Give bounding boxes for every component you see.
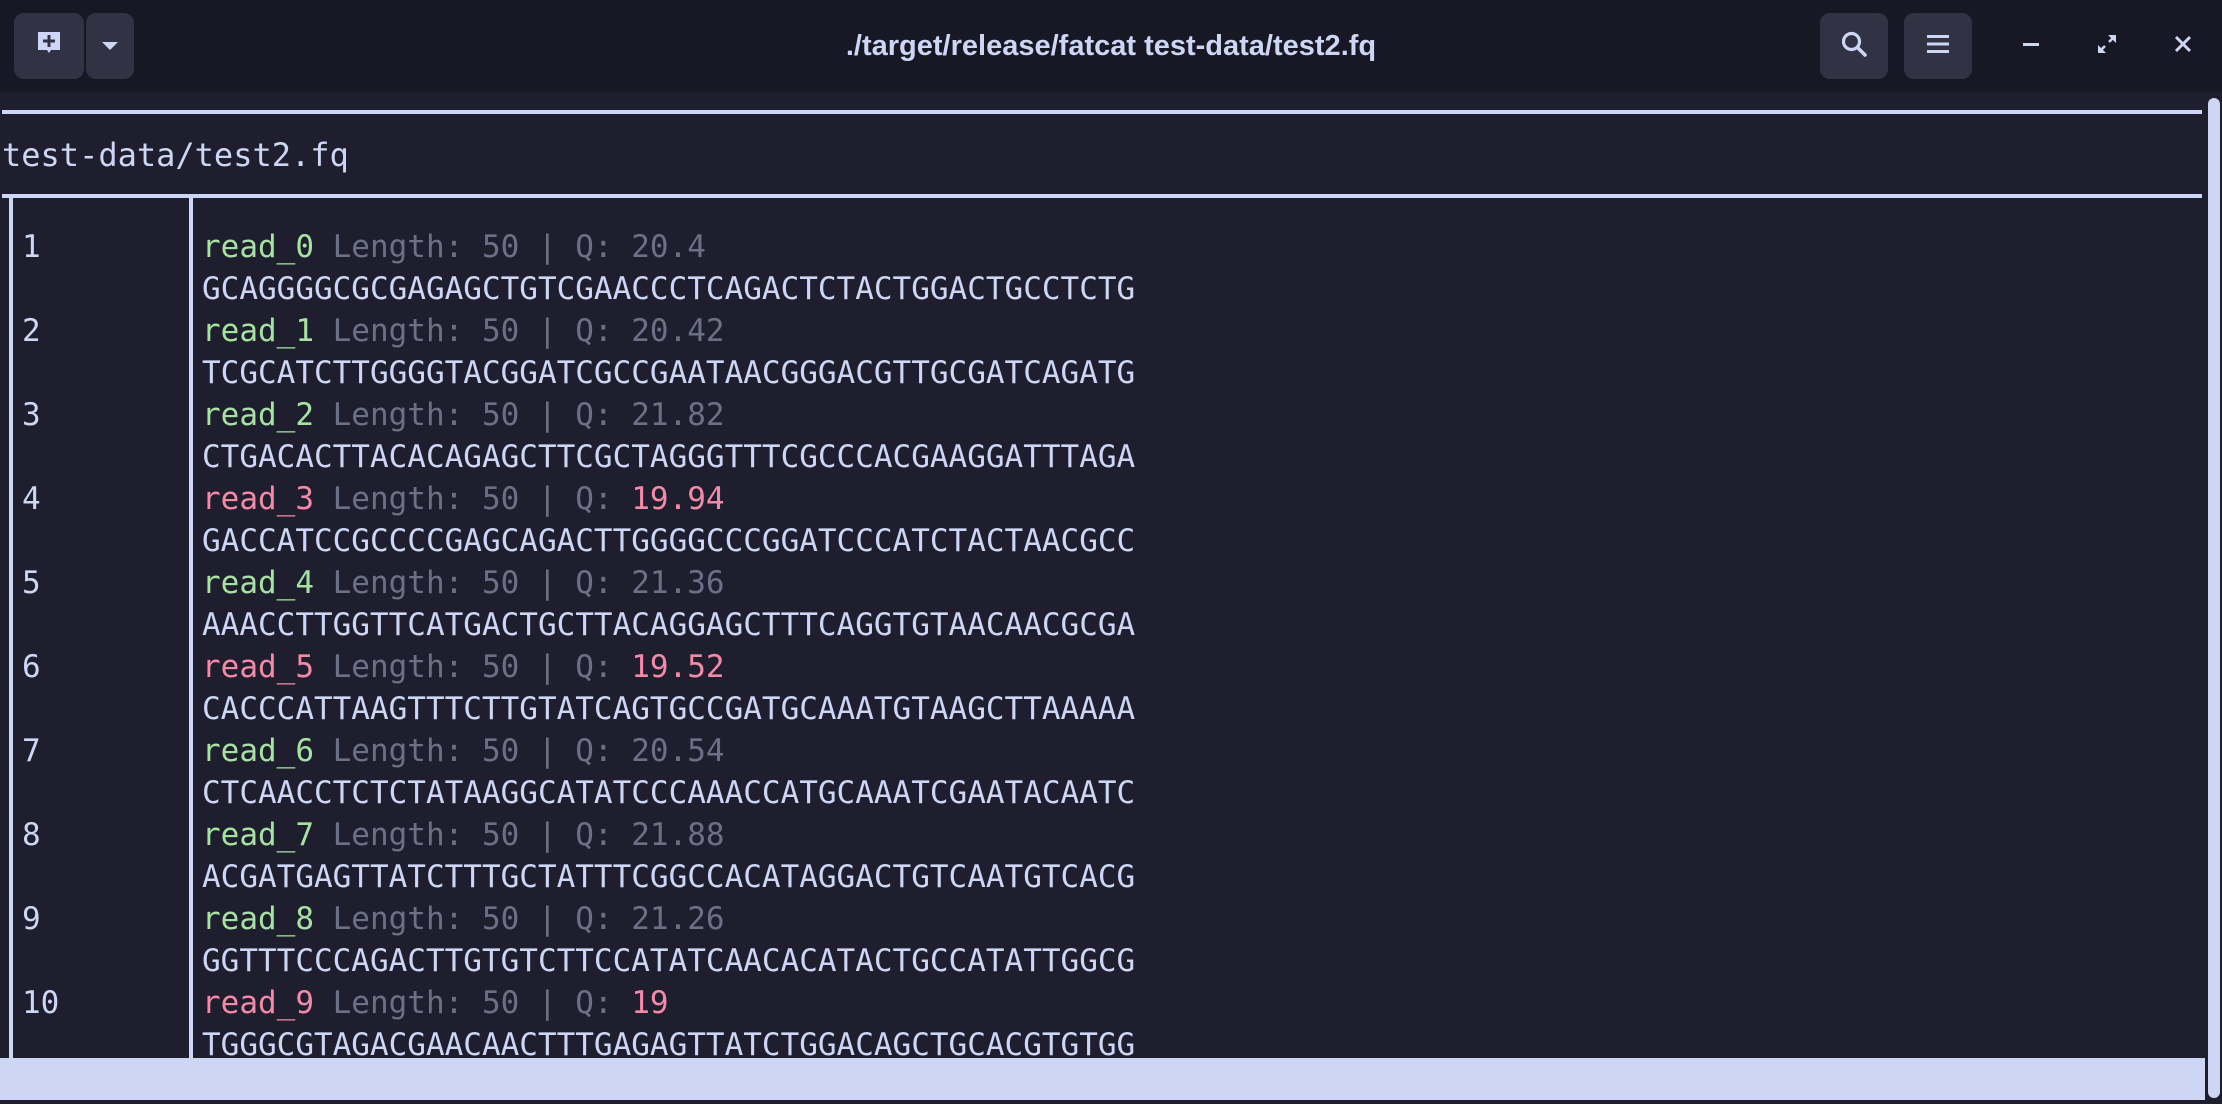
minimize-icon bbox=[2021, 34, 2041, 58]
read-quality: 21.36 bbox=[631, 565, 725, 601]
terminal-view[interactable]: test-data/test2.fq 1 read_0 Length: 50 | … bbox=[0, 92, 2222, 1104]
minimize-button[interactable] bbox=[2006, 13, 2056, 79]
row-number: 1 bbox=[22, 229, 41, 265]
read-sequence: TCGCATCTTGGGGTACGGATCGCCGAATAACGGGACGTTG… bbox=[202, 355, 1136, 391]
row-number: 6 bbox=[22, 649, 41, 685]
read-name: read_1 bbox=[202, 313, 314, 349]
row-number: 2 bbox=[22, 313, 41, 349]
read-name: read_3 bbox=[202, 481, 314, 517]
close-button[interactable] bbox=[2158, 13, 2208, 79]
read-sequence: CTCAACCTCTCTATAAGGCATATCCCAAACCATGCAAATC… bbox=[202, 775, 1136, 811]
read-length-label: Length: 50 | Q: bbox=[313, 901, 632, 937]
read-length-label: Length: 50 | Q: bbox=[313, 229, 632, 265]
read-sequence: AAACCTTGGTTCATGACTGCTTACAGGAGCTTTCAGGTGT… bbox=[202, 607, 1136, 643]
list-left-border bbox=[9, 196, 13, 1058]
row-number: 4 bbox=[22, 481, 41, 517]
read-name: read_8 bbox=[202, 901, 314, 937]
read-length-label: Length: 50 | Q: bbox=[313, 733, 632, 769]
read-quality: 19 bbox=[631, 985, 669, 1021]
read-sequence: ACGATGAGTTATCTTTGCTATTTCGGCCACATAGGACTGT… bbox=[202, 859, 1136, 895]
read-quality: 21.26 bbox=[631, 901, 725, 937]
read-name: read_5 bbox=[202, 649, 314, 685]
file-header-border bbox=[2, 194, 2202, 198]
menu-button[interactable] bbox=[1904, 13, 1972, 79]
read-name: read_9 bbox=[202, 985, 314, 1021]
terminal-window: ./target/release/fatcat test-data/test2.… bbox=[0, 0, 2222, 1104]
read-length-label: Length: 50 | Q: bbox=[313, 985, 632, 1021]
header-bar: ./target/release/fatcat test-data/test2.… bbox=[0, 0, 2222, 92]
read-quality: 19.94 bbox=[631, 481, 725, 517]
close-icon bbox=[2173, 34, 2193, 58]
read-name: read_6 bbox=[202, 733, 314, 769]
read-quality: 21.88 bbox=[631, 817, 725, 853]
scrollbar[interactable] bbox=[2208, 98, 2220, 1098]
new-tab-icon bbox=[34, 29, 64, 63]
read-name: read_0 bbox=[202, 229, 314, 265]
read-sequence: CTGACACTTACACAGAGCTTCGCTAGGGTTTCGCCCACGA… bbox=[202, 439, 1136, 475]
read-name: read_4 bbox=[202, 565, 314, 601]
read-sequence: GCAGGGGCGCGAGAGCTGTCGAACCCTCAGACTCTACTGG… bbox=[202, 271, 1136, 307]
read-header: read_0 Length: 50 | Q: 20.4 bbox=[202, 226, 706, 268]
tab-dropdown-button[interactable] bbox=[86, 13, 134, 79]
read-header: read_2 Length: 50 | Q: 21.82 bbox=[202, 394, 725, 436]
maximize-button[interactable] bbox=[2082, 13, 2132, 79]
read-header: read_6 Length: 50 | Q: 20.54 bbox=[202, 730, 725, 772]
read-header: read_7 Length: 50 | Q: 21.88 bbox=[202, 814, 725, 856]
maximize-icon bbox=[2095, 32, 2119, 60]
window-title: ./target/release/fatcat test-data/test2.… bbox=[845, 29, 1377, 62]
read-quality: 19.52 bbox=[631, 649, 725, 685]
row-number: 7 bbox=[22, 733, 41, 769]
read-quality: 20.4 bbox=[631, 229, 706, 265]
row-number: 5 bbox=[22, 565, 41, 601]
read-length-label: Length: 50 | Q: bbox=[313, 565, 632, 601]
status-bar: fatcat bbox=[0, 1058, 2205, 1104]
column-divider bbox=[189, 196, 193, 1058]
read-length-label: Length: 50 | Q: bbox=[313, 481, 632, 517]
read-quality: 20.54 bbox=[631, 733, 725, 769]
new-tab-button[interactable] bbox=[14, 13, 84, 79]
read-sequence: GGTTTCCCAGACTTGTGTCTTCCATATCAACACATACTGC… bbox=[202, 943, 1136, 979]
file-name: test-data/test2.fq bbox=[2, 136, 349, 174]
read-header: read_3 Length: 50 | Q: 19.94 bbox=[202, 478, 725, 520]
read-length-label: Length: 50 | Q: bbox=[313, 397, 632, 433]
read-length-label: Length: 50 | Q: bbox=[313, 817, 632, 853]
row-number: 10 bbox=[22, 985, 60, 1021]
read-header: read_1 Length: 50 | Q: 20.42 bbox=[202, 310, 725, 352]
read-header: read_5 Length: 50 | Q: 19.52 bbox=[202, 646, 725, 688]
row-number: 9 bbox=[22, 901, 41, 937]
read-sequence: CACCCATTAAGTTTCTTGTATCAGTGCCGATGCAAATGTA… bbox=[202, 691, 1136, 727]
top-border bbox=[2, 110, 2202, 114]
row-number: 8 bbox=[22, 817, 41, 853]
read-name: read_2 bbox=[202, 397, 314, 433]
read-header: read_9 Length: 50 | Q: 19 bbox=[202, 982, 669, 1024]
read-length-label: Length: 50 | Q: bbox=[313, 313, 632, 349]
read-header: read_8 Length: 50 | Q: 21.26 bbox=[202, 898, 725, 940]
read-header: read_4 Length: 50 | Q: 21.36 bbox=[202, 562, 725, 604]
read-length-label: Length: 50 | Q: bbox=[313, 649, 632, 685]
read-quality: 20.42 bbox=[631, 313, 725, 349]
search-button[interactable] bbox=[1820, 13, 1888, 79]
read-quality: 21.82 bbox=[631, 397, 725, 433]
row-number: 3 bbox=[22, 397, 41, 433]
search-icon bbox=[1839, 29, 1869, 63]
chevron-down-icon bbox=[100, 37, 120, 56]
hamburger-menu-icon bbox=[1925, 33, 1951, 59]
read-sequence: GACCATCCGCCCCGAGCAGACTTGGGGCCCGGATCCCATC… bbox=[202, 523, 1136, 559]
read-name: read_7 bbox=[202, 817, 314, 853]
